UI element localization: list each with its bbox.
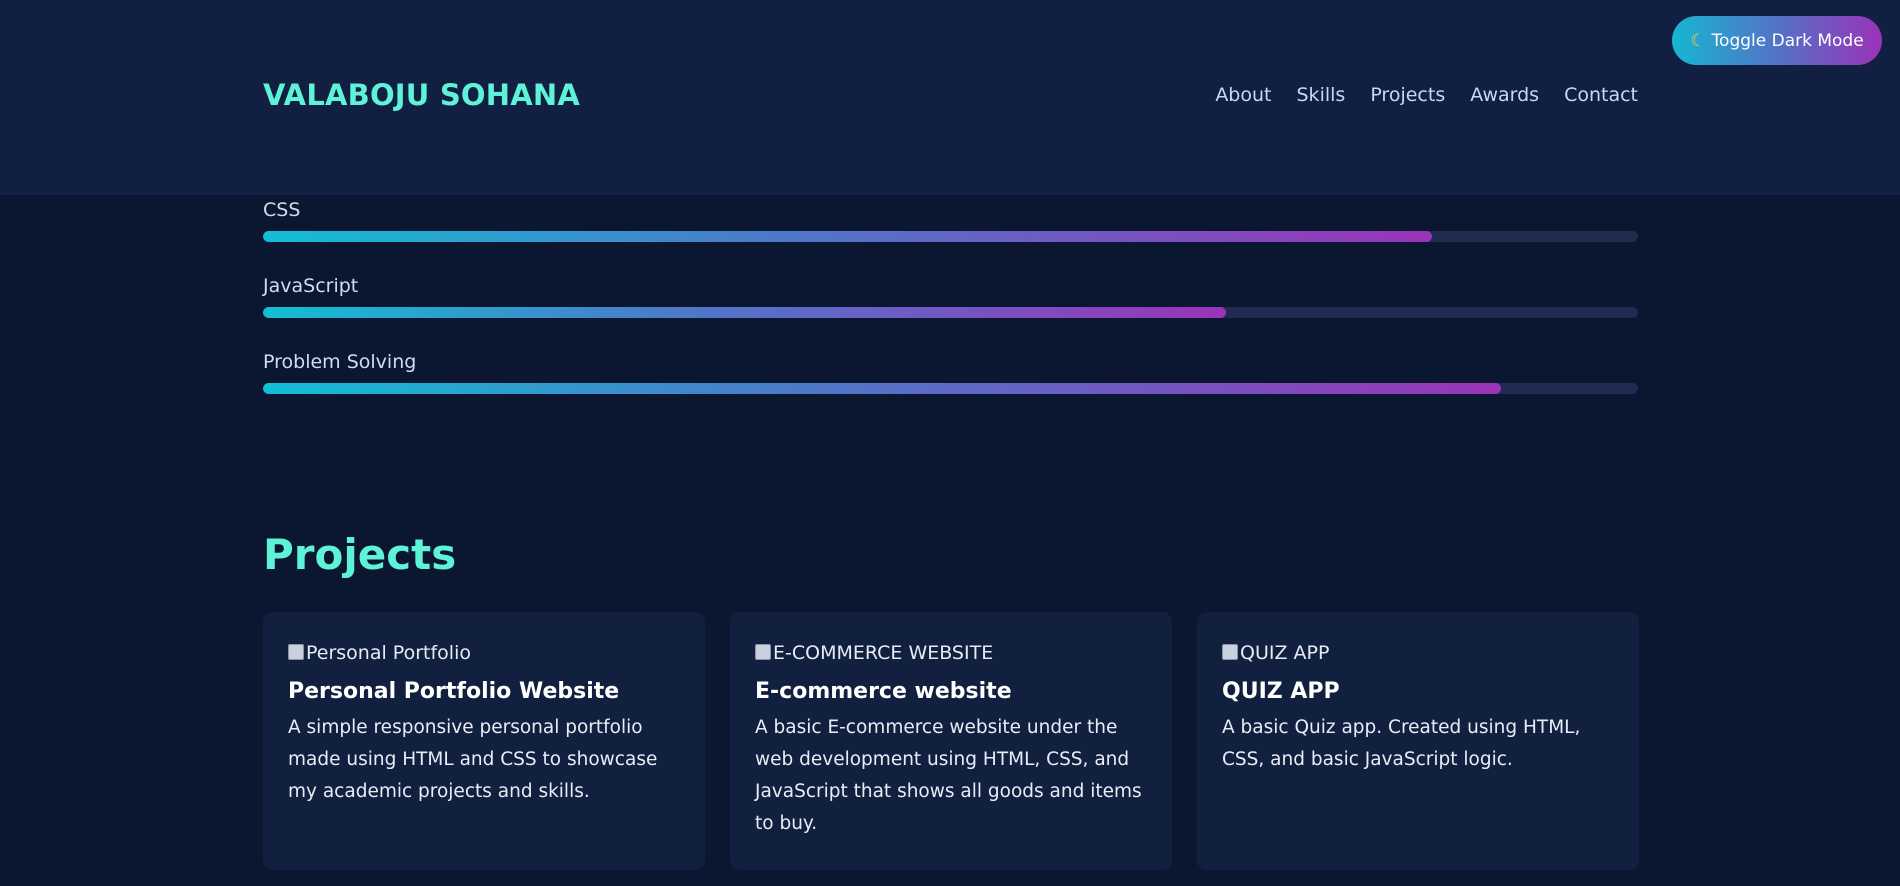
- project-description: A basic Quiz app. Created using HTML, CS…: [1222, 717, 1581, 770]
- page: VALABOJU SOHANA About Skills Projects Aw…: [0, 0, 1900, 886]
- project-description: A basic E-commerce website under the web…: [755, 717, 1142, 834]
- skill-bar-track: [263, 231, 1638, 242]
- project-title: Personal Portfolio Website: [288, 679, 620, 704]
- broken-image-icon: [1222, 644, 1238, 660]
- toggle-dark-mode-button[interactable]: ☾ Toggle Dark Mode: [1672, 16, 1882, 65]
- project-image-broken: Personal Portfolio: [288, 636, 680, 664]
- site-header: VALABOJU SOHANA About Skills Projects Aw…: [0, 0, 1900, 195]
- skill-bar-track: [263, 383, 1638, 394]
- project-card[interactable]: E-COMMERCE WEBSITE E-commerce website A …: [730, 612, 1172, 870]
- skill-bar-fill: [263, 307, 1226, 318]
- nav-link-projects[interactable]: Projects: [1370, 84, 1445, 106]
- nav-link-about[interactable]: About: [1215, 84, 1271, 106]
- projects-heading: Projects: [263, 530, 457, 579]
- site-brand[interactable]: VALABOJU SOHANA: [263, 78, 580, 112]
- project-title: E-commerce website: [755, 679, 1012, 704]
- skill-name: JavaScript: [263, 275, 359, 297]
- skill-bar-fill: [263, 231, 1432, 242]
- project-image-alt: Personal Portfolio: [306, 642, 471, 664]
- broken-image-icon: [755, 644, 771, 660]
- toggle-dark-mode-label: Toggle Dark Mode: [1711, 30, 1864, 51]
- project-card[interactable]: Personal Portfolio Personal Portfolio We…: [263, 612, 705, 870]
- nav-link-awards[interactable]: Awards: [1470, 84, 1539, 106]
- moon-icon: ☾: [1690, 30, 1706, 51]
- project-title: QUIZ APP: [1222, 679, 1340, 704]
- project-card[interactable]: QUIZ APP QUIZ APP A basic Quiz app. Crea…: [1197, 612, 1639, 870]
- project-image-alt: QUIZ APP: [1240, 642, 1330, 664]
- project-image-alt: E-COMMERCE WEBSITE: [773, 642, 994, 664]
- skill-css: CSS: [263, 199, 1638, 242]
- nav-link-skills[interactable]: Skills: [1297, 84, 1346, 106]
- skill-name: Problem Solving: [263, 351, 417, 373]
- project-description: A simple responsive personal portfolio m…: [288, 717, 658, 802]
- nav-link-contact[interactable]: Contact: [1564, 84, 1638, 106]
- project-image-broken: QUIZ APP: [1222, 636, 1614, 664]
- skill-bar-fill: [263, 383, 1501, 394]
- skill-name: CSS: [263, 199, 301, 221]
- skill-problem-solving: Problem Solving: [263, 351, 1638, 394]
- projects-grid: Personal Portfolio Personal Portfolio We…: [263, 612, 1639, 870]
- broken-image-icon: [288, 644, 304, 660]
- main-nav: About Skills Projects Awards Contact: [1215, 84, 1638, 106]
- skill-bar-track: [263, 307, 1638, 318]
- skill-javascript: JavaScript: [263, 275, 1638, 318]
- project-image-broken: E-COMMERCE WEBSITE: [755, 636, 1147, 664]
